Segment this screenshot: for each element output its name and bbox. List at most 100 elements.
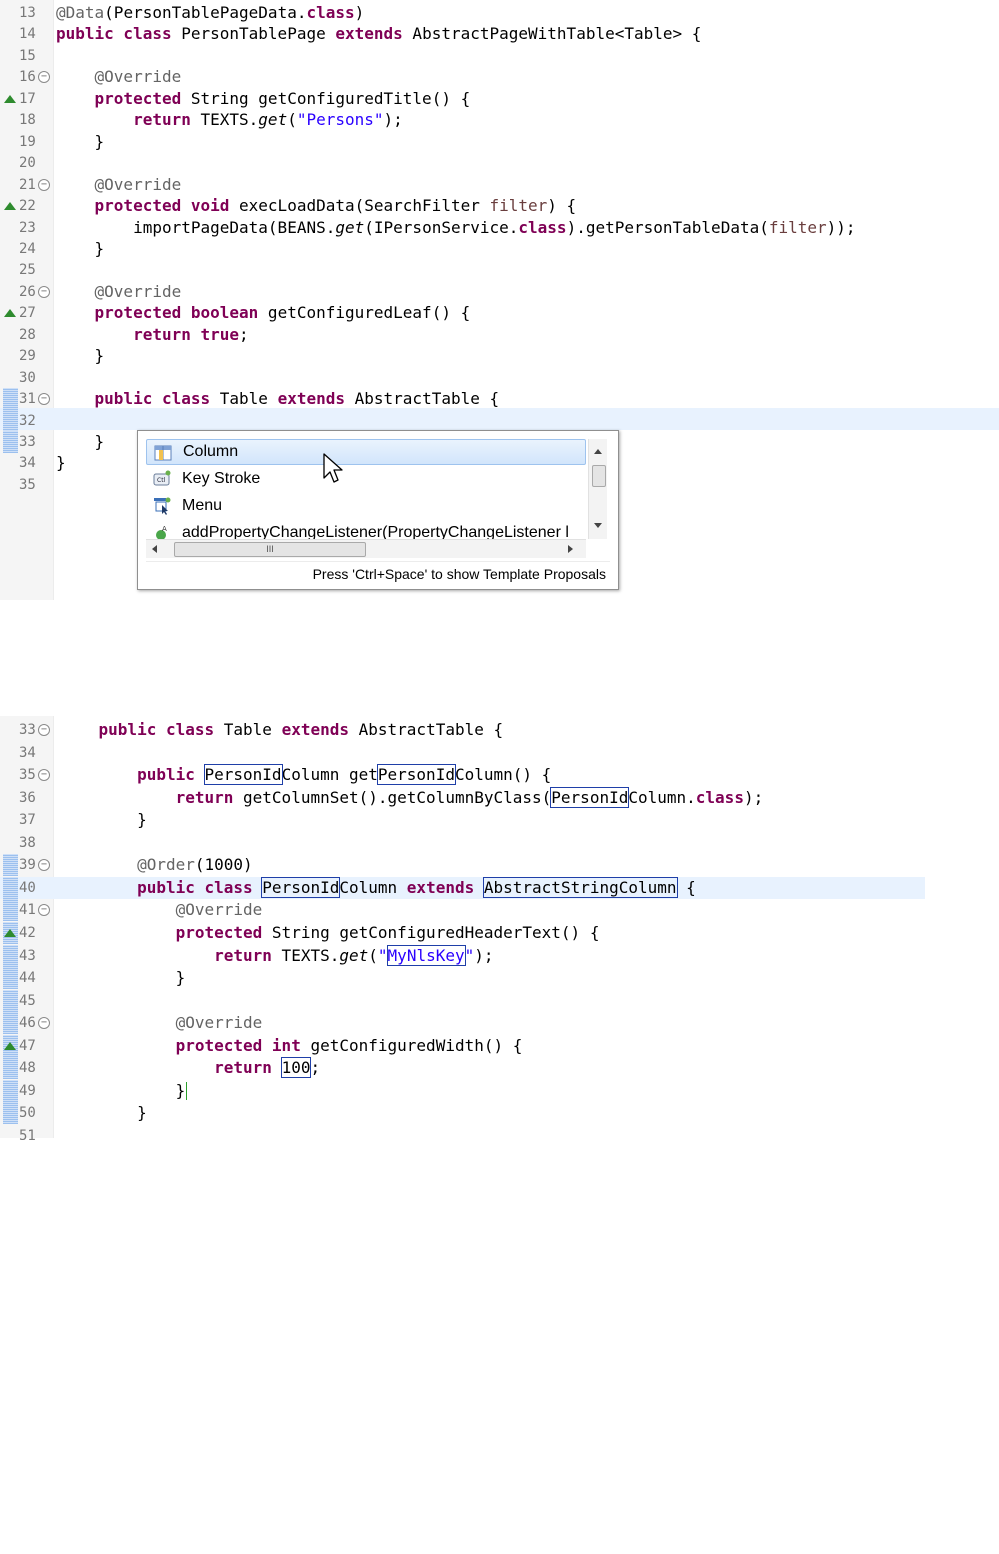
keyword-token: extends: [277, 389, 345, 409]
fold-toggle-icon[interactable]: −: [38, 859, 50, 872]
line-number: 17: [19, 90, 36, 107]
scroll-up-arrow-icon[interactable]: [594, 449, 602, 454]
code-editor-bottom[interactable]: 33− public class Table extends AbstractT…: [0, 716, 999, 1144]
line-number: 47: [19, 1037, 36, 1054]
menu-icon: [154, 497, 171, 515]
line-number: 30: [19, 369, 36, 386]
line-number: 34: [19, 455, 36, 472]
proposal-item-column[interactable]: Column: [146, 439, 586, 465]
code-token: get: [335, 217, 365, 237]
code-line[interactable]: 34: [0, 742, 999, 764]
linked-edit-field: PersonId: [261, 876, 341, 898]
code-line[interactable]: 35− public PersonIdColumn getPersonIdCol…: [0, 764, 999, 786]
code-line[interactable]: 15: [0, 45, 999, 67]
code-line[interactable]: 17 protected String getConfiguredTitle()…: [0, 88, 999, 110]
fold-toggle-icon[interactable]: −: [38, 178, 50, 191]
code-token: {: [676, 877, 696, 897]
fold-toggle-icon[interactable]: −: [38, 769, 50, 782]
keyword-token: extends: [406, 877, 475, 897]
code-line[interactable]: 20: [0, 152, 999, 174]
scroll-right-arrow-icon[interactable]: [568, 545, 573, 553]
code-line[interactable]: 30: [0, 367, 999, 389]
code-line[interactable]: 14 public class PersonTablePage extends A…: [0, 23, 999, 45]
code-text: }: [56, 345, 105, 367]
code-token: }: [56, 432, 105, 451]
code-token: ;: [310, 1058, 321, 1078]
fold-toggle-icon[interactable]: −: [38, 1017, 50, 1030]
code-line[interactable]: 47 protected int getConfiguredWidth() {: [0, 1034, 999, 1057]
code-line[interactable]: 32: [0, 409, 999, 432]
code-line[interactable]: 23 importPageData(BEANS.get(IPersonServi…: [0, 217, 999, 239]
code-line[interactable]: 39− @Order(1000): [0, 854, 999, 877]
code-line[interactable]: 42 protected String getConfiguredHeaderT…: [0, 921, 999, 944]
linked-edit-field: MyNlsKey: [386, 944, 466, 966]
code-token: );: [383, 110, 403, 130]
line-number: 39: [19, 857, 36, 874]
code-text: return TEXTS.get("MyNlsKey");: [60, 944, 494, 967]
line-number: 38: [19, 834, 36, 851]
scroll-thumb[interactable]: III: [174, 542, 366, 557]
annotation-token: @Override: [175, 900, 263, 920]
code-line[interactable]: 18 return TEXTS.get("Persons");: [0, 109, 999, 131]
fold-toggle-icon[interactable]: −: [38, 285, 50, 298]
fold-toggle-icon[interactable]: −: [38, 904, 50, 917]
line-number: 20: [19, 155, 36, 172]
code-line[interactable]: 13 @Data(PersonTablePageData.class): [0, 2, 999, 24]
code-line[interactable]: 19 }: [0, 131, 999, 153]
code-token: ).getPersonTableData(: [566, 217, 769, 237]
code-line[interactable]: 22 protected void execLoadData(SearchFil…: [0, 195, 999, 217]
proposal-item-menu[interactable]: Menu: [146, 493, 586, 519]
code-line[interactable]: 49 }: [0, 1079, 999, 1102]
proposal-list[interactable]: Column Ctl Key Stroke Menu A addProperty…: [146, 439, 586, 539]
keyword-token: return true: [133, 324, 240, 344]
line-number: 35: [19, 767, 36, 784]
code-line[interactable]: 46− @Override: [0, 1012, 999, 1035]
scroll-thumb[interactable]: [592, 465, 606, 487]
code-line[interactable]: 26− @Override: [0, 281, 999, 303]
keyword-token: protected void: [94, 196, 230, 216]
line-number: 36: [19, 789, 36, 806]
code-line[interactable]: 37 }: [0, 809, 999, 831]
code-line[interactable]: 29 }: [0, 345, 999, 367]
code-line[interactable]: 28 return true;: [0, 324, 999, 346]
scroll-left-arrow-icon[interactable]: [152, 545, 157, 553]
proposal-item-key-stroke[interactable]: Ctl Key Stroke: [146, 466, 586, 492]
proposal-item-method[interactable]: A addPropertyChangeListener(PropertyChan…: [146, 520, 586, 539]
code-line[interactable]: 40 public class PersonIdColumn extends A…: [0, 876, 999, 899]
code-line[interactable]: 21− @Override: [0, 174, 999, 196]
code-line[interactable]: 16− @Override: [0, 66, 999, 88]
code-line[interactable]: 38: [0, 832, 999, 854]
code-line[interactable]: 25: [0, 259, 999, 281]
fold-toggle-icon[interactable]: −: [38, 71, 50, 84]
content-assist-popup[interactable]: Column Ctl Key Stroke Menu A addProperty…: [137, 430, 619, 590]
code-text: protected boolean getConfiguredLeaf() {: [56, 302, 471, 324]
fold-toggle-icon[interactable]: −: [38, 393, 50, 406]
code-line[interactable]: 43 return TEXTS.get("MyNlsKey");: [0, 944, 999, 967]
code-token: get: [258, 110, 288, 130]
proposal-horizontal-scrollbar[interactable]: III: [146, 539, 586, 558]
code-line[interactable]: 51: [0, 1125, 999, 1147]
scroll-down-arrow-icon[interactable]: [594, 523, 602, 528]
code-line[interactable]: 48 return 100;: [0, 1057, 999, 1080]
code-line[interactable]: 45: [0, 989, 999, 1012]
line-number: 43: [19, 947, 36, 964]
code-line[interactable]: 24 }: [0, 238, 999, 260]
line-number: 21: [19, 176, 36, 193]
fold-toggle-icon[interactable]: −: [38, 724, 50, 736]
code-line[interactable]: 50 }: [0, 1102, 999, 1125]
code-line[interactable]: 33− public class Table extends AbstractT…: [0, 719, 999, 741]
code-line[interactable]: 31− public class Table extends AbstractT…: [0, 388, 999, 411]
code-line[interactable]: 41− @Override: [0, 899, 999, 922]
code-token: String getConfiguredHeaderText() {: [262, 922, 600, 942]
proposal-vertical-scrollbar[interactable]: [588, 439, 607, 539]
code-line[interactable]: 44 }: [0, 967, 999, 990]
code-line[interactable]: 36 return getColumnSet().getColumnByClas…: [0, 786, 999, 809]
code-line[interactable]: 27 protected boolean getConfiguredLeaf()…: [0, 302, 999, 324]
